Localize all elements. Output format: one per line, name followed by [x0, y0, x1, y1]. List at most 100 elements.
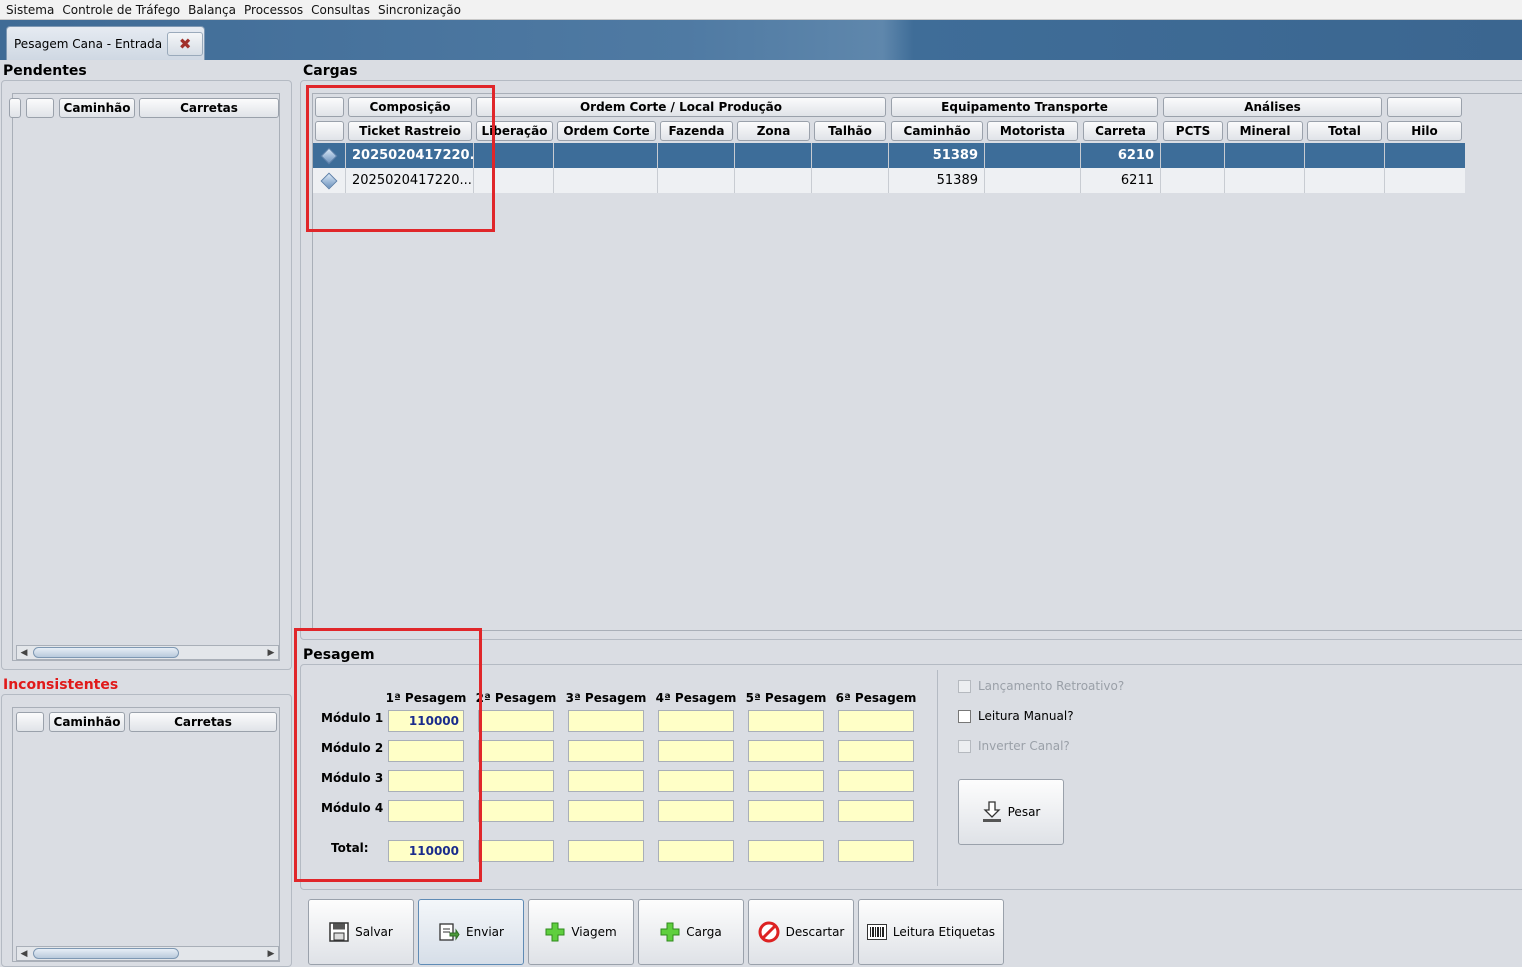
- pendentes-hscrollbar[interactable]: ◀ ▶: [16, 645, 279, 660]
- cargas-group-equipamento[interactable]: Equipamento Transporte: [891, 97, 1158, 117]
- modulo-2-pesagem-4-field[interactable]: [658, 740, 734, 762]
- modulo-3-pesagem-2-field[interactable]: [478, 770, 554, 792]
- modulo-3-pesagem-6-field[interactable]: [838, 770, 914, 792]
- modulo-4-pesagem-2-field[interactable]: [478, 800, 554, 822]
- table-row[interactable]: 2025020417220... 51389 6210: [313, 143, 1465, 168]
- modulo-4-pesagem-6-field[interactable]: [838, 800, 914, 822]
- modulo-1-pesagem-6-field[interactable]: [838, 710, 914, 732]
- scroll-thumb[interactable]: [33, 647, 179, 658]
- cargas-col-mineral[interactable]: Mineral: [1227, 121, 1303, 141]
- cargas-col-talhao[interactable]: Talhão: [814, 121, 886, 141]
- pendentes-col-blank[interactable]: [26, 98, 54, 118]
- cargas-col-motorista[interactable]: Motorista: [987, 121, 1078, 141]
- pesagem-title: Pesagem: [303, 647, 375, 663]
- leitura-manual-checkbox[interactable]: Leitura Manual?: [958, 709, 1074, 723]
- total-pesagem-5-field[interactable]: [748, 840, 824, 862]
- pendentes-col-cut[interactable]: [9, 98, 21, 118]
- total-pesagem-3-field[interactable]: [568, 840, 644, 862]
- cargas-title: Cargas: [303, 63, 358, 79]
- total-pesagem-4-field[interactable]: [658, 840, 734, 862]
- salvar-button[interactable]: Salvar: [308, 899, 414, 965]
- leitura-etiquetas-button[interactable]: Leitura Etiquetas: [858, 899, 1004, 965]
- pendentes-title: Pendentes: [3, 63, 87, 79]
- total-label: Total:: [331, 841, 369, 855]
- pcts-cell: [1161, 168, 1225, 193]
- scroll-right-icon[interactable]: ▶: [264, 646, 278, 659]
- inconsistentes-col-carretas[interactable]: Carretas: [129, 712, 277, 732]
- cargas-group-ordem-corte[interactable]: Ordem Corte / Local Produção: [476, 97, 886, 117]
- menu-balanca[interactable]: Balança: [184, 3, 240, 17]
- pesagem-divider: [937, 670, 938, 886]
- modulo-4-pesagem-5-field[interactable]: [748, 800, 824, 822]
- total-pesagem-2-field[interactable]: [478, 840, 554, 862]
- carga-button[interactable]: Carga: [638, 899, 744, 965]
- cargas-col-caminhao[interactable]: Caminhão: [891, 121, 983, 141]
- ordem-corte-cell: [554, 143, 658, 168]
- menu-controle-trafego[interactable]: Controle de Tráfego: [58, 3, 184, 17]
- inconsistentes-col-caminhao[interactable]: Caminhão: [49, 712, 125, 732]
- caminhao-cell: 51389: [889, 143, 985, 168]
- modulo-2-pesagem-6-field[interactable]: [838, 740, 914, 762]
- cargas-group-extra[interactable]: [1387, 97, 1462, 117]
- cargas-col-total[interactable]: Total: [1307, 121, 1382, 141]
- cargas-col-hilo[interactable]: Hilo: [1387, 121, 1462, 141]
- close-tab-button[interactable]: ✖: [167, 31, 204, 56]
- cargas-group-blank[interactable]: [315, 97, 344, 117]
- modulo-2-pesagem-1-field[interactable]: [388, 740, 464, 762]
- lancamento-retroativo-checkbox[interactable]: Lançamento Retroativo?: [958, 679, 1124, 693]
- cargas-col-ticket-rastreio[interactable]: Ticket Rastreio: [348, 121, 472, 141]
- modulo-3-pesagem-1-field[interactable]: [388, 770, 464, 792]
- modulo-2-pesagem-2-field[interactable]: [478, 740, 554, 762]
- scroll-left-icon[interactable]: ◀: [17, 646, 31, 659]
- tab-bar: Pesagem Cana - Entrada ✖: [0, 20, 1522, 60]
- table-row[interactable]: 2025020417220... 51389 6211: [313, 168, 1465, 193]
- cargas-col-icon[interactable]: [315, 121, 344, 141]
- menu-bar: Sistema Controle de Tráfego Balança Proc…: [0, 0, 1522, 20]
- cargas-col-liberacao[interactable]: Liberação: [476, 121, 553, 141]
- scroll-right-icon[interactable]: ▶: [264, 947, 278, 960]
- menu-processos[interactable]: Processos: [240, 3, 307, 17]
- modulo-1-pesagem-2-field[interactable]: [478, 710, 554, 732]
- scroll-left-icon[interactable]: ◀: [17, 947, 31, 960]
- cargas-group-composicao[interactable]: Composição: [348, 97, 472, 117]
- cargas-col-ordem-corte[interactable]: Ordem Corte: [557, 121, 656, 141]
- modulo-3-pesagem-3-field[interactable]: [568, 770, 644, 792]
- inconsistentes-hscrollbar[interactable]: ◀ ▶: [16, 946, 279, 961]
- total-pesagem-6-field[interactable]: [838, 840, 914, 862]
- tab-pesagem-cana-entrada[interactable]: Pesagem Cana - Entrada ✖: [6, 26, 205, 60]
- cargas-col-carreta[interactable]: Carreta: [1083, 121, 1158, 141]
- menu-sincronizacao[interactable]: Sincronização: [374, 3, 465, 17]
- modulo-1-pesagem-3-field[interactable]: [568, 710, 644, 732]
- inverter-canal-checkbox[interactable]: Inverter Canal?: [958, 739, 1070, 753]
- modulo-3-pesagem-5-field[interactable]: [748, 770, 824, 792]
- inconsistentes-col-blank[interactable]: [16, 712, 44, 732]
- pesagem-col-3: 3ª Pesagem: [565, 691, 647, 705]
- menu-sistema[interactable]: Sistema: [2, 3, 58, 17]
- modulo-3-pesagem-4-field[interactable]: [658, 770, 734, 792]
- descartar-button[interactable]: Descartar: [748, 899, 854, 965]
- modulo-2-pesagem-3-field[interactable]: [568, 740, 644, 762]
- total-pesagem-1-field[interactable]: 110000: [388, 840, 464, 862]
- modulo-4-pesagem-3-field[interactable]: [568, 800, 644, 822]
- modulo-4-pesagem-4-field[interactable]: [658, 800, 734, 822]
- pendentes-col-caminhao[interactable]: Caminhão: [59, 98, 135, 118]
- pendentes-col-carretas[interactable]: Carretas: [139, 98, 279, 118]
- mineral-cell: [1225, 168, 1305, 193]
- save-icon: [329, 922, 349, 942]
- pesar-button[interactable]: Pesar: [958, 779, 1064, 845]
- fazenda-cell: [658, 168, 735, 193]
- cargas-group-analises[interactable]: Análises: [1163, 97, 1382, 117]
- modulo-4-pesagem-1-field[interactable]: [388, 800, 464, 822]
- menu-consultas[interactable]: Consultas: [307, 3, 374, 17]
- modulo-1-pesagem-5-field[interactable]: [748, 710, 824, 732]
- enviar-button[interactable]: Enviar: [418, 899, 524, 965]
- cargas-col-fazenda[interactable]: Fazenda: [660, 121, 733, 141]
- modulo-2-pesagem-5-field[interactable]: [748, 740, 824, 762]
- cargas-col-zona[interactable]: Zona: [737, 121, 810, 141]
- viagem-button[interactable]: Viagem: [528, 899, 634, 965]
- liberacao-cell: [474, 143, 554, 168]
- scroll-thumb[interactable]: [33, 948, 179, 959]
- modulo-1-pesagem-4-field[interactable]: [658, 710, 734, 732]
- modulo-1-pesagem-1-field[interactable]: 110000: [388, 710, 464, 732]
- cargas-col-pcts[interactable]: PCTS: [1163, 121, 1223, 141]
